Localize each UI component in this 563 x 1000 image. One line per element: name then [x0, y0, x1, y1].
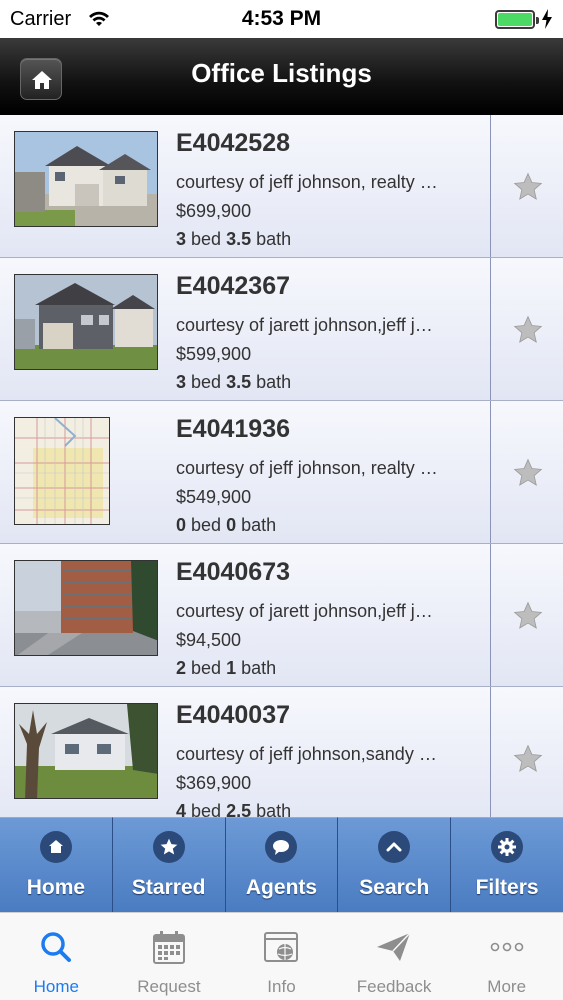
row-divider — [490, 401, 491, 543]
listing-id: E4041936 — [176, 415, 291, 443]
chat-bubble-icon — [265, 831, 298, 863]
bath-label: bath — [241, 658, 277, 678]
star-icon[interactable] — [512, 314, 544, 346]
bath-count: 2.5 — [226, 801, 252, 817]
listing-rooms: 0 bed 0 bath — [176, 515, 276, 536]
bed-label: bed — [191, 372, 222, 392]
listing-rooms: 3 bed 3.5 bath — [176, 372, 291, 393]
calendar-icon — [152, 931, 185, 964]
chevron-up-icon — [378, 831, 411, 863]
tab-info[interactable]: Info — [225, 913, 338, 1000]
page-title: Office Listings — [191, 58, 372, 88]
listing-row[interactable]: E4042367 courtesy of jarett johnson,jeff… — [0, 258, 563, 401]
bed-label: bed — [191, 801, 222, 817]
tab-label: Feedback — [356, 977, 432, 996]
star-icon[interactable] — [512, 743, 544, 775]
tab-feedback[interactable]: Feedback — [338, 913, 451, 1000]
action-agents-button[interactable]: Agents — [224, 817, 338, 912]
bed-count: 3 — [176, 372, 187, 392]
status-bar: Carrier 4:53 PM — [0, 0, 563, 38]
action-bar: Home Starred Agents Search Filters — [0, 817, 563, 912]
listing-row[interactable]: E4041936 courtesy of jeff johnson, realt… — [0, 401, 563, 544]
tab-more[interactable]: More — [450, 913, 563, 1000]
listing-row[interactable]: E4040037 courtesy of jeff johnson,sandy … — [0, 687, 563, 817]
listing-id: E4040673 — [176, 558, 291, 586]
listing-row[interactable]: E4042528 courtesy of jeff johnson, realt… — [0, 115, 563, 258]
tab-label: Request — [137, 977, 201, 996]
tab-bar: Home Request Info Feedback More — [0, 912, 563, 1000]
tab-home[interactable]: Home — [0, 913, 113, 1000]
bath-label: bath — [241, 515, 277, 535]
listing-price: $94,500 — [176, 630, 242, 650]
listing-id: E4042367 — [176, 272, 291, 300]
star-icon[interactable] — [512, 600, 544, 632]
listing-price: $549,900 — [176, 487, 252, 507]
bed-count: 0 — [176, 515, 187, 535]
row-divider — [490, 687, 491, 817]
charging-bolt-icon — [542, 9, 552, 29]
bed-label: bed — [191, 229, 222, 249]
listing-photo — [14, 703, 158, 799]
tab-label: Info — [267, 977, 296, 996]
paper-plane-icon — [377, 932, 411, 961]
listing-photo — [14, 131, 158, 227]
listing-courtesy: courtesy of jeff johnson, realty … — [176, 172, 438, 192]
listing-row[interactable]: E4040673 courtesy of jarett johnson,jeff… — [0, 544, 563, 687]
bath-label: bath — [256, 229, 292, 249]
listing-map-thumbnail — [14, 417, 110, 525]
listing-rooms: 3 bed 3.5 bath — [176, 229, 291, 250]
battery-icon — [495, 10, 539, 29]
listing-courtesy: courtesy of jeff johnson, realty … — [176, 458, 438, 478]
nav-header: Office Listings — [0, 38, 563, 115]
action-label: Starred — [131, 876, 206, 899]
row-divider — [490, 258, 491, 400]
action-search-button[interactable]: Search — [337, 817, 451, 912]
bath-count: 3.5 — [226, 372, 252, 392]
house-icon — [39, 831, 72, 863]
browser-globe-icon — [264, 932, 299, 962]
listing-price: $599,900 — [176, 344, 252, 364]
action-starred-button[interactable]: Starred — [111, 817, 225, 912]
search-icon — [41, 932, 72, 962]
listing-courtesy: courtesy of jeff johnson,sandy … — [176, 744, 437, 764]
bath-label: bath — [256, 801, 292, 817]
action-label: Agents — [245, 876, 318, 899]
more-dots-icon — [490, 942, 523, 952]
row-divider — [490, 115, 491, 257]
bed-count: 2 — [176, 658, 187, 678]
listing-rooms: 2 bed 1 bath — [176, 658, 276, 679]
listings-list[interactable]: E4042528 courtesy of jeff johnson, realt… — [0, 115, 563, 817]
listing-rooms: 4 bed 2.5 bath — [176, 801, 291, 817]
listing-photo — [14, 560, 158, 656]
listing-price: $699,900 — [176, 201, 252, 221]
tab-request[interactable]: Request — [113, 913, 226, 1000]
listing-courtesy: courtesy of jarett johnson,jeff j… — [176, 315, 433, 335]
listing-photo — [14, 274, 158, 370]
action-label: Search — [359, 876, 430, 899]
listing-courtesy: courtesy of jarett johnson,jeff j… — [176, 601, 433, 621]
action-filters-button[interactable]: Filters — [450, 817, 563, 912]
action-label: Home — [26, 876, 86, 899]
listing-id: E4042528 — [176, 129, 291, 157]
bed-label: bed — [191, 658, 222, 678]
tab-label: More — [487, 977, 527, 996]
row-divider — [490, 544, 491, 686]
tab-label: Home — [33, 977, 79, 996]
listing-price: $369,900 — [176, 773, 252, 793]
bath-count: 1 — [226, 658, 237, 678]
gear-icon — [491, 831, 524, 863]
action-home-button[interactable]: Home — [0, 817, 112, 912]
bed-label: bed — [191, 515, 222, 535]
star-icon[interactable] — [512, 457, 544, 489]
action-label: Filters — [475, 876, 539, 899]
bed-count: 3 — [176, 229, 187, 249]
bath-label: bath — [256, 372, 292, 392]
bath-count: 0 — [226, 515, 237, 535]
bath-count: 3.5 — [226, 229, 252, 249]
star-icon[interactable] — [512, 171, 544, 203]
listing-id: E4040037 — [176, 701, 291, 729]
star-icon — [152, 831, 185, 863]
status-time: 4:53 PM — [241, 7, 322, 30]
bed-count: 4 — [176, 801, 187, 817]
